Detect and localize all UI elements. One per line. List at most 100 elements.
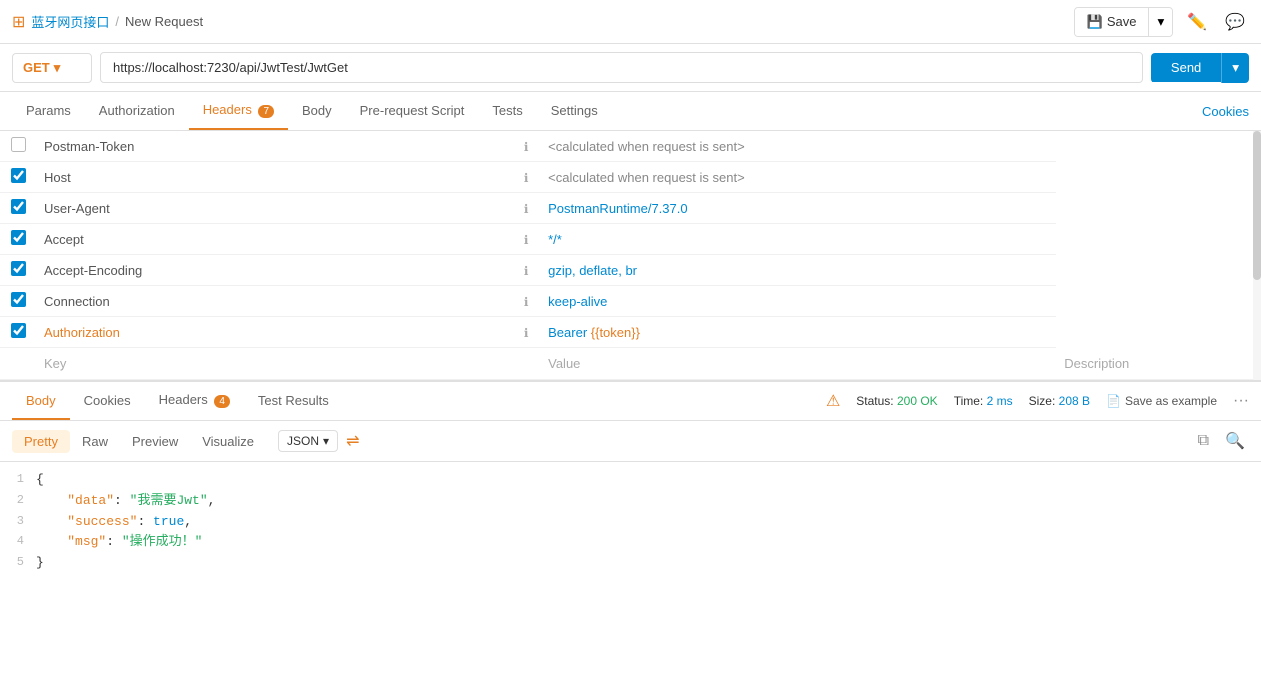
row2-value: <calculated when request is sent> — [548, 170, 745, 185]
row6-info-icon[interactable]: ℹ — [524, 295, 529, 309]
copy-button[interactable]: ⧉ — [1194, 428, 1213, 454]
edit-button[interactable]: ✏️ — [1183, 8, 1211, 36]
tab-tests[interactable]: Tests — [478, 93, 536, 130]
method-select[interactable]: GET ▾ — [12, 53, 92, 83]
row4-info-icon[interactable]: ℹ — [524, 233, 529, 247]
format-tabs: Pretty Raw Preview Visualize JSON ▾ ⇌ ⧉ … — [0, 421, 1261, 462]
status-bar: ⚠ Status: 200 OK Time: 2 ms Size: 208 B … — [826, 391, 1249, 411]
breadcrumb-separator: / — [115, 14, 119, 29]
json-format-select[interactable]: JSON ▾ — [278, 430, 338, 452]
row1-checkbox[interactable] — [11, 137, 26, 152]
status-indicator: ⚠ — [826, 391, 840, 411]
request-tabs: Params Authorization Headers 7 Body Pre-… — [0, 92, 1261, 131]
scrollbar-track[interactable] — [1253, 131, 1261, 380]
send-chevron-button[interactable]: ▾ — [1221, 53, 1249, 83]
json-chevron-icon: ▾ — [323, 434, 329, 448]
save-example-button[interactable]: 📄 Save as example — [1106, 394, 1217, 408]
scrollbar-thumb[interactable] — [1253, 131, 1261, 280]
time-display: Time: 2 ms — [954, 394, 1013, 408]
row3-checkbox[interactable] — [11, 199, 26, 214]
fmt-preview[interactable]: Preview — [120, 430, 190, 453]
size-display: Size: 208 B — [1029, 394, 1090, 408]
table-row: Postman-Token ℹ <calculated when request… — [0, 131, 1253, 162]
table-row: User-Agent ℹ PostmanRuntime/7.37.0 — [0, 193, 1253, 224]
status-value: 200 OK — [897, 394, 938, 408]
send-button-group: Send ▾ — [1151, 53, 1249, 83]
save-chevron-button[interactable]: ▾ — [1148, 8, 1172, 36]
response-section: Body Cookies Headers 4 Test Results ⚠ St… — [0, 380, 1261, 582]
headers-table: Postman-Token ℹ <calculated when request… — [0, 131, 1253, 380]
save-example-icon: 📄 — [1106, 394, 1121, 408]
top-bar: ⊞ 蓝牙网页接口 / New Request 💾 Save ▾ ✏️ 💬 — [0, 0, 1261, 44]
app-name: 蓝牙网页接口 — [31, 12, 109, 31]
row4-checkbox[interactable] — [11, 230, 26, 245]
save-icon: 💾 — [1087, 14, 1103, 30]
row7-checkbox[interactable] — [11, 323, 26, 338]
comment-button[interactable]: 💬 — [1221, 8, 1249, 36]
save-button[interactable]: 💾 Save — [1075, 8, 1149, 36]
table-row: Connection ℹ keep-alive — [0, 286, 1253, 317]
tab-prerequest[interactable]: Pre-request Script — [346, 93, 479, 130]
row5-value: gzip, deflate, br — [548, 263, 637, 278]
tab-test-results[interactable]: Test Results — [244, 383, 343, 420]
response-tabs: Body Cookies Headers 4 Test Results ⚠ St… — [0, 382, 1261, 421]
key-placeholder: Key — [44, 356, 66, 371]
row1-info-icon[interactable]: ℹ — [524, 140, 529, 154]
save-button-group: 💾 Save ▾ — [1074, 7, 1174, 37]
time-value: 2 ms — [987, 394, 1013, 408]
row6-value: keep-alive — [548, 294, 607, 309]
row6-checkbox[interactable] — [11, 292, 26, 307]
fmt-pretty[interactable]: Pretty — [12, 430, 70, 453]
row5-info-icon[interactable]: ℹ — [524, 264, 529, 278]
json-label: JSON — [287, 434, 319, 448]
row3-info-icon[interactable]: ℹ — [524, 202, 529, 216]
fmt-raw[interactable]: Raw — [70, 430, 120, 453]
row4-key: Accept — [44, 232, 84, 247]
search-button[interactable]: 🔍 — [1221, 427, 1249, 455]
url-bar: GET ▾ Send ▾ — [0, 44, 1261, 92]
code-line-5: 5 } — [0, 553, 1261, 574]
tab-settings[interactable]: Settings — [537, 93, 612, 130]
size-value: 208 B — [1059, 394, 1090, 408]
row7-value: Bearer {{token}} — [548, 325, 640, 340]
format-icon[interactable]: ⇌ — [346, 431, 359, 451]
response-actions: ⧉ 🔍 — [1194, 427, 1249, 455]
row2-checkbox[interactable] — [11, 168, 26, 183]
row3-value: PostmanRuntime/7.37.0 — [548, 201, 687, 216]
code-line-2: 2 "data": "我需要Jwt", — [0, 491, 1261, 512]
row5-key: Accept-Encoding — [44, 263, 142, 278]
cookies-link[interactable]: Cookies — [1202, 104, 1249, 119]
fmt-visualize[interactable]: Visualize — [190, 430, 266, 453]
row5-checkbox[interactable] — [11, 261, 26, 276]
table-row: Host ℹ <calculated when request is sent> — [0, 162, 1253, 193]
tab-params[interactable]: Params — [12, 93, 85, 130]
code-line-3: 3 "success": true, — [0, 512, 1261, 533]
response-headers-badge: 4 — [214, 395, 230, 408]
top-bar-actions: 💾 Save ▾ ✏️ 💬 — [1074, 7, 1249, 37]
row7-info-icon[interactable]: ℹ — [524, 326, 529, 340]
row1-value: <calculated when request is sent> — [548, 139, 745, 154]
tab-headers[interactable]: Headers 7 — [189, 92, 288, 130]
row3-key: User-Agent — [44, 201, 110, 216]
tab-response-body[interactable]: Body — [12, 383, 70, 420]
tab-body[interactable]: Body — [288, 93, 346, 130]
tab-authorization[interactable]: Authorization — [85, 93, 189, 130]
status-display: Status: 200 OK — [856, 394, 937, 408]
row7-key: Authorization — [44, 325, 120, 340]
table-row: Accept-Encoding ℹ gzip, deflate, br — [0, 255, 1253, 286]
send-button[interactable]: Send — [1151, 53, 1221, 82]
breadcrumb: ⊞ 蓝牙网页接口 / New Request — [12, 12, 203, 32]
table-row: Accept ℹ */* — [0, 224, 1253, 255]
url-input[interactable] — [100, 52, 1143, 83]
row4-value: */* — [548, 232, 562, 247]
method-label: GET — [23, 60, 50, 75]
row6-key: Connection — [44, 294, 110, 309]
tab-response-cookies[interactable]: Cookies — [70, 383, 145, 420]
current-page: New Request — [125, 14, 203, 29]
code-line-1: 1 { — [0, 470, 1261, 491]
more-options-button[interactable]: ··· — [1233, 392, 1249, 410]
code-line-4: 4 "msg": "操作成功！" — [0, 532, 1261, 553]
tab-response-headers[interactable]: Headers 4 — [145, 382, 244, 420]
headers-badge: 7 — [258, 105, 274, 118]
row2-info-icon[interactable]: ℹ — [524, 171, 529, 185]
